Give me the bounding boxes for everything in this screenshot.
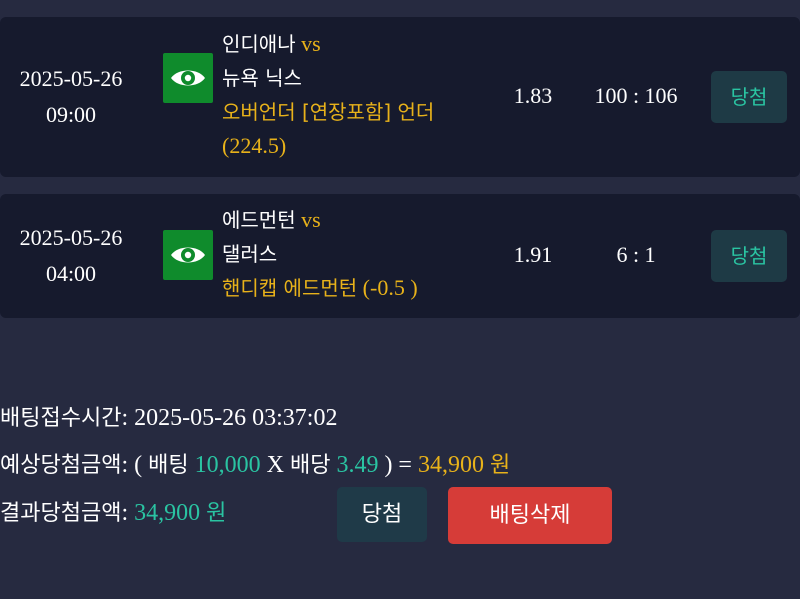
vs-label: vs [301,207,321,232]
bet-word: 배팅 [148,453,189,478]
bet-date: 2025-05-26 [19,225,123,250]
bet-time-label: 배팅접수시간 [0,406,122,431]
delete-bet-button[interactable]: 배팅삭제 [448,487,612,544]
bet-time-row: 배팅접수시간: 2025-05-26 03:37:02 [0,398,337,439]
expected-label: 예상당첨금액 [0,453,122,478]
win-button[interactable]: 당첨 [337,487,427,542]
bet-card: 2025-05-26 04:00 에드먼턴 vs 댈러스 핸디캡 에드먼턴 (-… [0,194,800,318]
market: 오버언더 [연장포함] 언더 [222,100,435,124]
market-line: (-0.5 ) [362,275,418,300]
bet-amount: 10,000 [194,452,261,478]
odds: 1.91 [513,242,553,267]
bet-datetime: 2025-05-26 04:00 [0,220,142,292]
result-win-row: 결과당첨금액: 34,900 원 [0,493,226,534]
separator: : [121,405,135,431]
away-team: 뉴욕 닉스 [222,66,302,90]
vs-label: vs [301,31,321,56]
market: 핸디캡 에드먼턴 [222,276,358,300]
result-badge: 당첨 [711,71,787,123]
market-line: (224.5) [222,133,287,158]
result-amount: 34,900 [134,500,201,526]
match-info: 인디애나 vs 뉴욕 닉스 오버언더 [연장포함] 언더 (224.5) [222,27,492,163]
result-currency: 원 [206,501,227,526]
separator: : [121,500,135,526]
result-label: 결과당첨금액 [0,501,122,526]
times-sign: X [266,452,284,478]
bet-datetime: 2025-05-26 09:00 [0,61,142,133]
odds-word: 배당 [289,453,331,478]
away-team: 댈러스 [222,242,278,266]
paren-close-equals: ) = [384,452,412,478]
score: 6 : 1 [616,242,656,267]
result-badge: 당첨 [711,230,787,282]
expected-amount: 34,900 [417,452,484,478]
home-team: 인디애나 [222,32,296,56]
bet-date: 2025-05-26 [19,66,123,91]
expected-currency: 원 [489,453,511,478]
eye-icon[interactable] [163,53,213,103]
eye-icon[interactable] [163,230,213,280]
total-odds: 3.49 [336,452,379,478]
score: 100 : 106 [594,83,678,108]
paren-open: : ( [121,452,149,478]
bet-time: 09:00 [45,102,97,127]
odds: 1.83 [513,83,553,108]
match-info: 에드먼턴 vs 댈러스 핸디캡 에드먼턴 (-0.5 ) [222,203,492,305]
bet-time-value: 2025-05-26 03:37:02 [134,405,338,431]
bet-card: 2025-05-26 09:00 인디애나 vs 뉴욕 닉스 오버언더 [연장포… [0,17,800,177]
home-team: 에드먼턴 [222,208,296,232]
bet-time: 04:00 [45,261,97,286]
expected-win-row: 예상당첨금액: ( 배팅 10,000 X 배당 3.49 ) = 34,900… [0,445,510,486]
